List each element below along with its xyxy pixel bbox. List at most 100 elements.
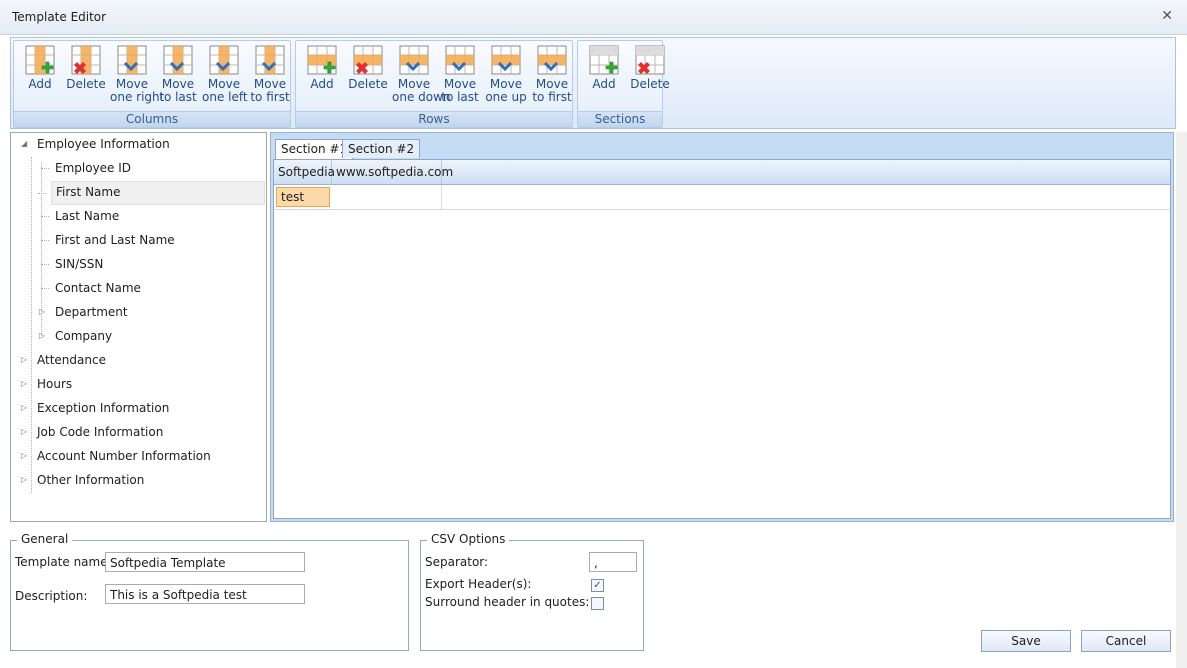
- tree-node-company[interactable]: ▷ Company: [39, 325, 112, 347]
- expand-triangle-icon[interactable]: ▷: [21, 349, 27, 371]
- expand-triangle-icon[interactable]: ▷: [21, 421, 27, 443]
- description-label: Description:: [15, 589, 88, 603]
- ribbon-button-label: Add: [310, 77, 334, 91]
- expand-triangle-icon[interactable]: ▷: [39, 301, 45, 323]
- ribbon-button-label: Add: [28, 77, 52, 91]
- separator-input[interactable]: ,: [589, 552, 637, 572]
- ribbon-button-label: to last: [159, 90, 197, 104]
- add-icon: [582, 45, 626, 75]
- tree-guide: [41, 264, 49, 265]
- tree-node-contact-name[interactable]: Contact Name: [41, 277, 141, 299]
- delete-icon: [346, 45, 390, 75]
- field-tree: ◢ Employee Information Employee ID First …: [10, 132, 267, 522]
- move-row-last-button[interactable]: Move to last: [438, 45, 482, 104]
- close-icon[interactable]: ✕: [1161, 8, 1173, 24]
- grid-cell[interactable]: [332, 185, 442, 209]
- move-column-right-button[interactable]: Move one right: [110, 45, 165, 104]
- csv-options-legend: CSV Options: [427, 532, 510, 546]
- move-row-down-button[interactable]: Move one down: [392, 45, 451, 104]
- ribbon-button-label: Delete: [66, 77, 106, 91]
- tree-node-attendance[interactable]: ▷ Attendance: [21, 349, 106, 371]
- tree-guide: [41, 240, 49, 241]
- template-name-input[interactable]: Softpedia Template: [105, 552, 305, 572]
- tree-node-department[interactable]: ▷ Department: [39, 301, 128, 323]
- tree-node-exception-information[interactable]: ▷ Exception Information: [21, 397, 170, 419]
- general-group: General Template name: Softpedia Templat…: [10, 532, 409, 651]
- delete-icon: [64, 45, 108, 75]
- tree-node-sin-ssn[interactable]: SIN/SSN: [41, 253, 103, 275]
- delete-row-button[interactable]: Delete: [346, 45, 390, 91]
- csv-options-group: CSV Options Separator: , Export Header(s…: [420, 532, 644, 651]
- surround-quotes-checkbox[interactable]: [591, 597, 604, 610]
- collapse-triangle-icon[interactable]: ◢: [21, 133, 27, 155]
- tree-node-first-name[interactable]: First Name: [38, 181, 265, 205]
- window-edge: [1176, 132, 1187, 668]
- tree-node-label: Job Code Information: [37, 425, 164, 439]
- template-name-label: Template name:: [15, 555, 112, 569]
- tree-node-label: Contact Name: [55, 281, 141, 295]
- expand-triangle-icon[interactable]: ▷: [21, 373, 27, 395]
- grid-header-row: Softpedia www.softpedia.com: [274, 160, 1170, 185]
- grid-cell[interactable]: test: [276, 187, 330, 207]
- move-column-icon: [156, 45, 200, 75]
- add-column-button[interactable]: Add: [18, 45, 62, 91]
- ribbon-button-label: one down: [392, 90, 451, 104]
- template-grid: Softpedia www.softpedia.com test: [273, 159, 1171, 519]
- move-column-icon: [202, 45, 246, 75]
- sections-group: Add Delete Sections: [577, 40, 670, 128]
- move-column-first-button[interactable]: Move to first: [248, 45, 292, 104]
- tree-node-other-information[interactable]: ▷ Other Information: [21, 469, 144, 491]
- save-button[interactable]: Save: [981, 630, 1071, 652]
- ribbon-button-label: one right: [110, 90, 165, 104]
- ribbon-button-label: one left: [202, 90, 248, 104]
- tree-node-employee-information[interactable]: ◢ Employee Information: [21, 133, 170, 155]
- tree-guide: [38, 193, 46, 194]
- tree-node-label: Exception Information: [37, 401, 170, 415]
- tree-node-label: Attendance: [37, 353, 106, 367]
- tree-node-hours[interactable]: ▷ Hours: [21, 373, 72, 395]
- surround-quotes-label: Surround header in quotes:: [425, 595, 590, 609]
- expand-triangle-icon[interactable]: ▷: [39, 325, 45, 347]
- add-row-button[interactable]: Add: [300, 45, 344, 91]
- tree-guide: [41, 168, 49, 169]
- ribbon: Add Delete Move one right Move to last Move one…: [10, 37, 1176, 129]
- move-row-first-button[interactable]: Move to first: [530, 45, 574, 104]
- section-editor: Section #1 Section #2 Softpedia www.soft…: [270, 132, 1174, 522]
- move-row-icon: [530, 45, 574, 75]
- columns-group: Add Delete Move one right Move to last Move one…: [13, 40, 291, 128]
- tree-node-first-and-last-name[interactable]: First and Last Name: [41, 229, 175, 251]
- column-header[interactable]: Softpedia: [274, 160, 335, 184]
- grid-row: test: [274, 185, 1170, 210]
- ribbon-button-label: to last: [441, 90, 479, 104]
- delete-column-button[interactable]: Delete: [64, 45, 108, 91]
- tab-section-2[interactable]: Section #2: [342, 139, 421, 158]
- tree-node-label: Employee Information: [37, 137, 170, 151]
- column-header[interactable]: www.softpedia.com: [332, 160, 453, 184]
- expand-triangle-icon[interactable]: ▷: [21, 445, 27, 467]
- title-bar: Template Editor ✕: [0, 0, 1187, 35]
- tree-node-last-name[interactable]: Last Name: [41, 205, 119, 227]
- tree-node-label: First and Last Name: [55, 233, 175, 247]
- delete-section-button[interactable]: Delete: [628, 45, 672, 91]
- add-icon: [300, 45, 344, 75]
- move-column-left-button[interactable]: Move one left: [202, 45, 248, 104]
- tree-node-label: Employee ID: [55, 161, 132, 175]
- add-icon: [18, 45, 62, 75]
- window-title: Template Editor: [12, 10, 107, 24]
- tree-node-employee-id[interactable]: Employee ID: [41, 157, 132, 179]
- tree-node-label: First Name: [56, 185, 121, 199]
- add-section-button[interactable]: Add: [582, 45, 626, 91]
- tree-node-account-number-information[interactable]: ▷ Account Number Information: [21, 445, 211, 467]
- export-headers-checkbox[interactable]: ✓: [591, 579, 604, 592]
- sections-group-label: Sections: [578, 111, 662, 127]
- expand-triangle-icon[interactable]: ▷: [21, 469, 27, 491]
- description-input[interactable]: This is a Softpedia test: [105, 584, 305, 604]
- cancel-button[interactable]: Cancel: [1081, 630, 1171, 652]
- expand-triangle-icon[interactable]: ▷: [21, 397, 27, 419]
- columns-group-label: Columns: [14, 111, 290, 127]
- move-row-up-button[interactable]: Move one up: [484, 45, 528, 104]
- tree-node-label: Department: [55, 305, 128, 319]
- ribbon-button-label: to first: [250, 90, 290, 104]
- move-column-last-button[interactable]: Move to last: [156, 45, 200, 104]
- tree-node-job-code-information[interactable]: ▷ Job Code Information: [21, 421, 164, 443]
